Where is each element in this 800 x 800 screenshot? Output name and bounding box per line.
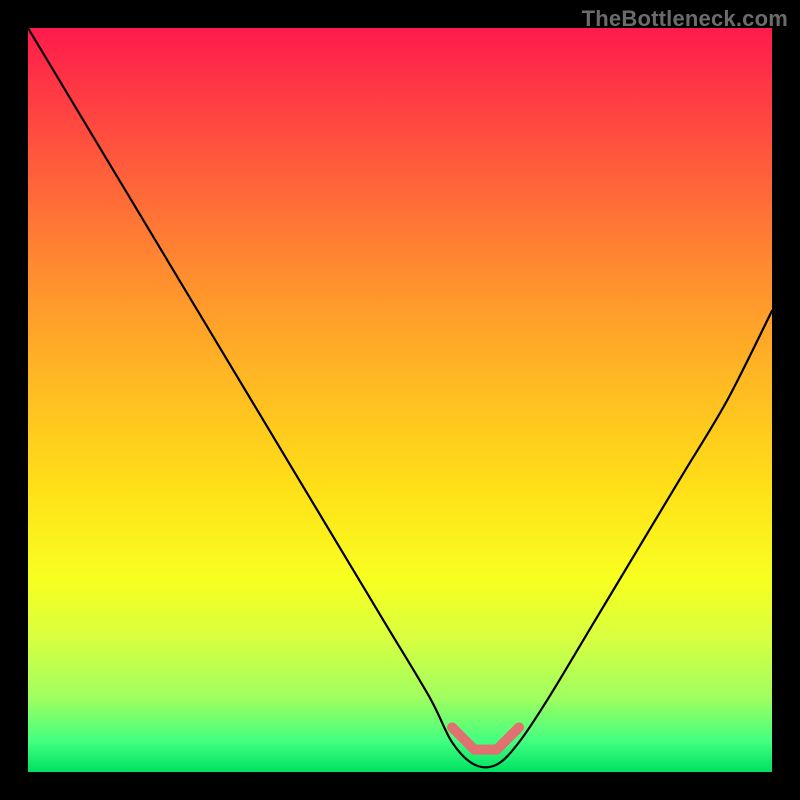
chart-frame: TheBottleneck.com [0, 0, 800, 800]
plot-area [28, 28, 772, 772]
minimum-marker [452, 727, 519, 749]
curve-layer [28, 28, 772, 772]
bottleneck-curve [28, 28, 772, 767]
watermark-text: TheBottleneck.com [582, 6, 788, 32]
